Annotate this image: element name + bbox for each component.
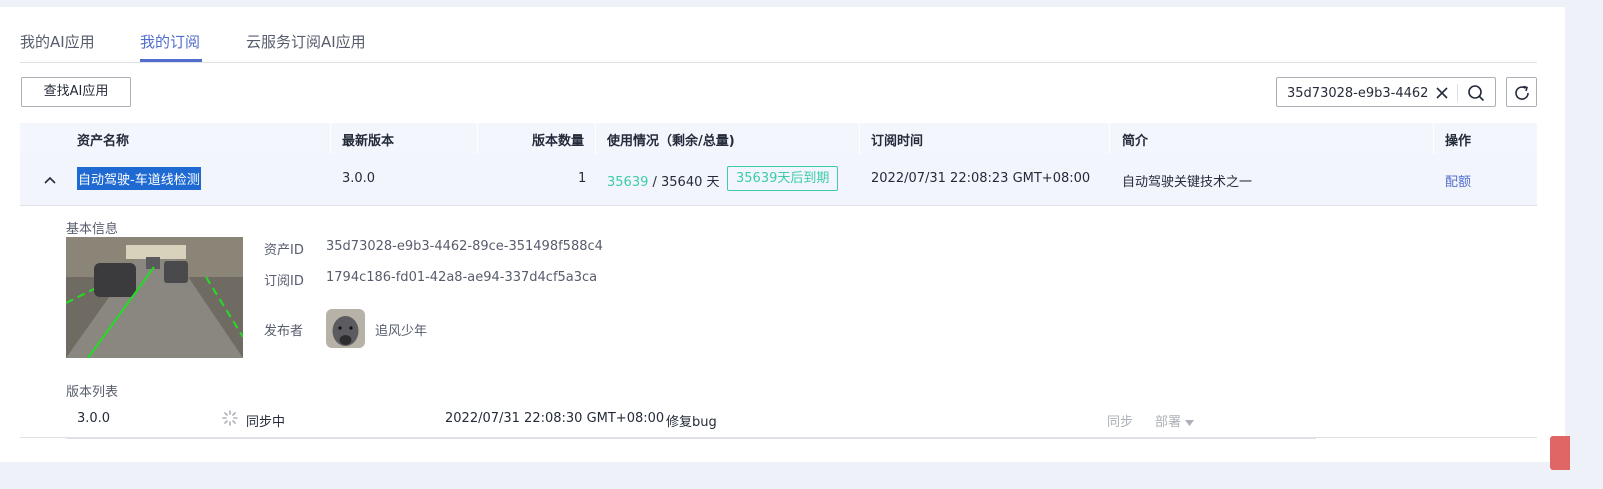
table-row: 自动驾驶-车道线检测 3.0.0 1 35639 / 35640 天 35639… xyxy=(20,154,1537,206)
table-header: 资产名称 最新版本 版本数量 使用情况（剩余/总量) 订阅时间 简介 操作 xyxy=(20,123,1537,154)
version-number: 3.0.0 xyxy=(77,411,111,426)
asset-id-value: 35d73028-e9b3-4462-89ce-351498f588c4 xyxy=(326,239,603,254)
quota-link[interactable]: 配额 xyxy=(1445,171,1471,190)
search-icon[interactable] xyxy=(1467,84,1485,102)
col-subscribe-time: 订阅时间 xyxy=(871,134,924,149)
tab-cloud-subscriptions[interactable]: 云服务订阅AI应用 xyxy=(246,31,366,52)
loading-spinner-icon xyxy=(222,410,238,426)
version-row: 3.0.0 同步中 2022/07/31 22:08:30 GMT+08:00 … xyxy=(66,407,1316,439)
tab-my-ai-apps[interactable]: 我的AI应用 xyxy=(20,31,95,52)
find-ai-app-button[interactable]: 查找AI应用 xyxy=(21,77,131,107)
publisher-label: 发布者 xyxy=(264,324,304,339)
col-divider xyxy=(1109,123,1110,154)
expire-badge: 35639天后到期 xyxy=(727,166,839,191)
col-intro: 简介 xyxy=(1122,134,1149,149)
clear-icon[interactable] xyxy=(1434,85,1450,101)
deploy-dropdown[interactable]: 部署 xyxy=(1155,411,1195,430)
version-note: 修复bug xyxy=(666,415,717,430)
asset-id-label: 资产ID xyxy=(264,243,304,258)
feedback-float-button[interactable] xyxy=(1550,436,1570,470)
sync-action[interactable]: 同步 xyxy=(1107,411,1133,430)
usage-remaining: 35639 xyxy=(607,175,649,190)
subscribe-time: 2022/07/31 22:08:23 GMT+08:00 xyxy=(871,171,1091,186)
publisher-avatar xyxy=(326,309,365,348)
col-divider xyxy=(595,123,596,154)
col-version-count: 版本数量 xyxy=(532,134,585,149)
collapse-caret-icon[interactable] xyxy=(42,172,58,188)
asset-thumbnail xyxy=(66,237,243,358)
version-list-title: 版本列表 xyxy=(66,385,119,400)
deploy-label: 部署 xyxy=(1155,415,1182,430)
search-input[interactable] xyxy=(1287,84,1429,102)
version-count: 1 xyxy=(578,171,587,186)
col-divider xyxy=(330,123,331,154)
col-divider xyxy=(859,123,860,154)
sync-status: 同步中 xyxy=(246,415,286,430)
col-asset-name: 资产名称 xyxy=(77,134,130,149)
tab-bar: 我的AI应用 我的订阅 云服务订阅AI应用 xyxy=(20,7,1537,63)
usage-total: / 35640 天 xyxy=(652,175,720,190)
tab-my-subscriptions[interactable]: 我的订阅 xyxy=(140,31,200,52)
subscription-card: 我的AI应用 我的订阅 云服务订阅AI应用 查找AI应用 资产名称 最新版本 版… xyxy=(0,7,1565,462)
publisher-name: 追风少年 xyxy=(375,324,428,339)
usage: 35639 / 35640 天 xyxy=(607,171,720,190)
refresh-icon xyxy=(1515,85,1529,100)
active-tab-indicator xyxy=(140,59,202,62)
intro: 自动驾驶关键技术之一 xyxy=(1122,175,1253,190)
col-usage: 使用情况（剩余/总量) xyxy=(607,134,735,149)
search-divider xyxy=(1457,84,1458,102)
table-bottom-divider xyxy=(20,437,1537,438)
col-divider xyxy=(1433,123,1434,154)
basic-info-title: 基本信息 xyxy=(66,222,119,237)
version-time: 2022/07/31 22:08:30 GMT+08:00 xyxy=(445,411,665,426)
col-actions: 操作 xyxy=(1445,134,1472,149)
col-divider xyxy=(477,123,478,154)
subscription-id-value: 1794c186-fd01-42a8-ae94-337d4cf5a3ca xyxy=(326,270,598,285)
asset-name[interactable]: 自动驾驶-车道线检测 xyxy=(77,167,201,190)
search-box xyxy=(1276,77,1496,107)
latest-version: 3.0.0 xyxy=(342,171,376,186)
caret-down-icon xyxy=(1185,420,1195,426)
subscription-id-label: 订阅ID xyxy=(264,274,304,289)
refresh-button[interactable] xyxy=(1506,77,1537,107)
col-latest-version: 最新版本 xyxy=(342,134,395,149)
